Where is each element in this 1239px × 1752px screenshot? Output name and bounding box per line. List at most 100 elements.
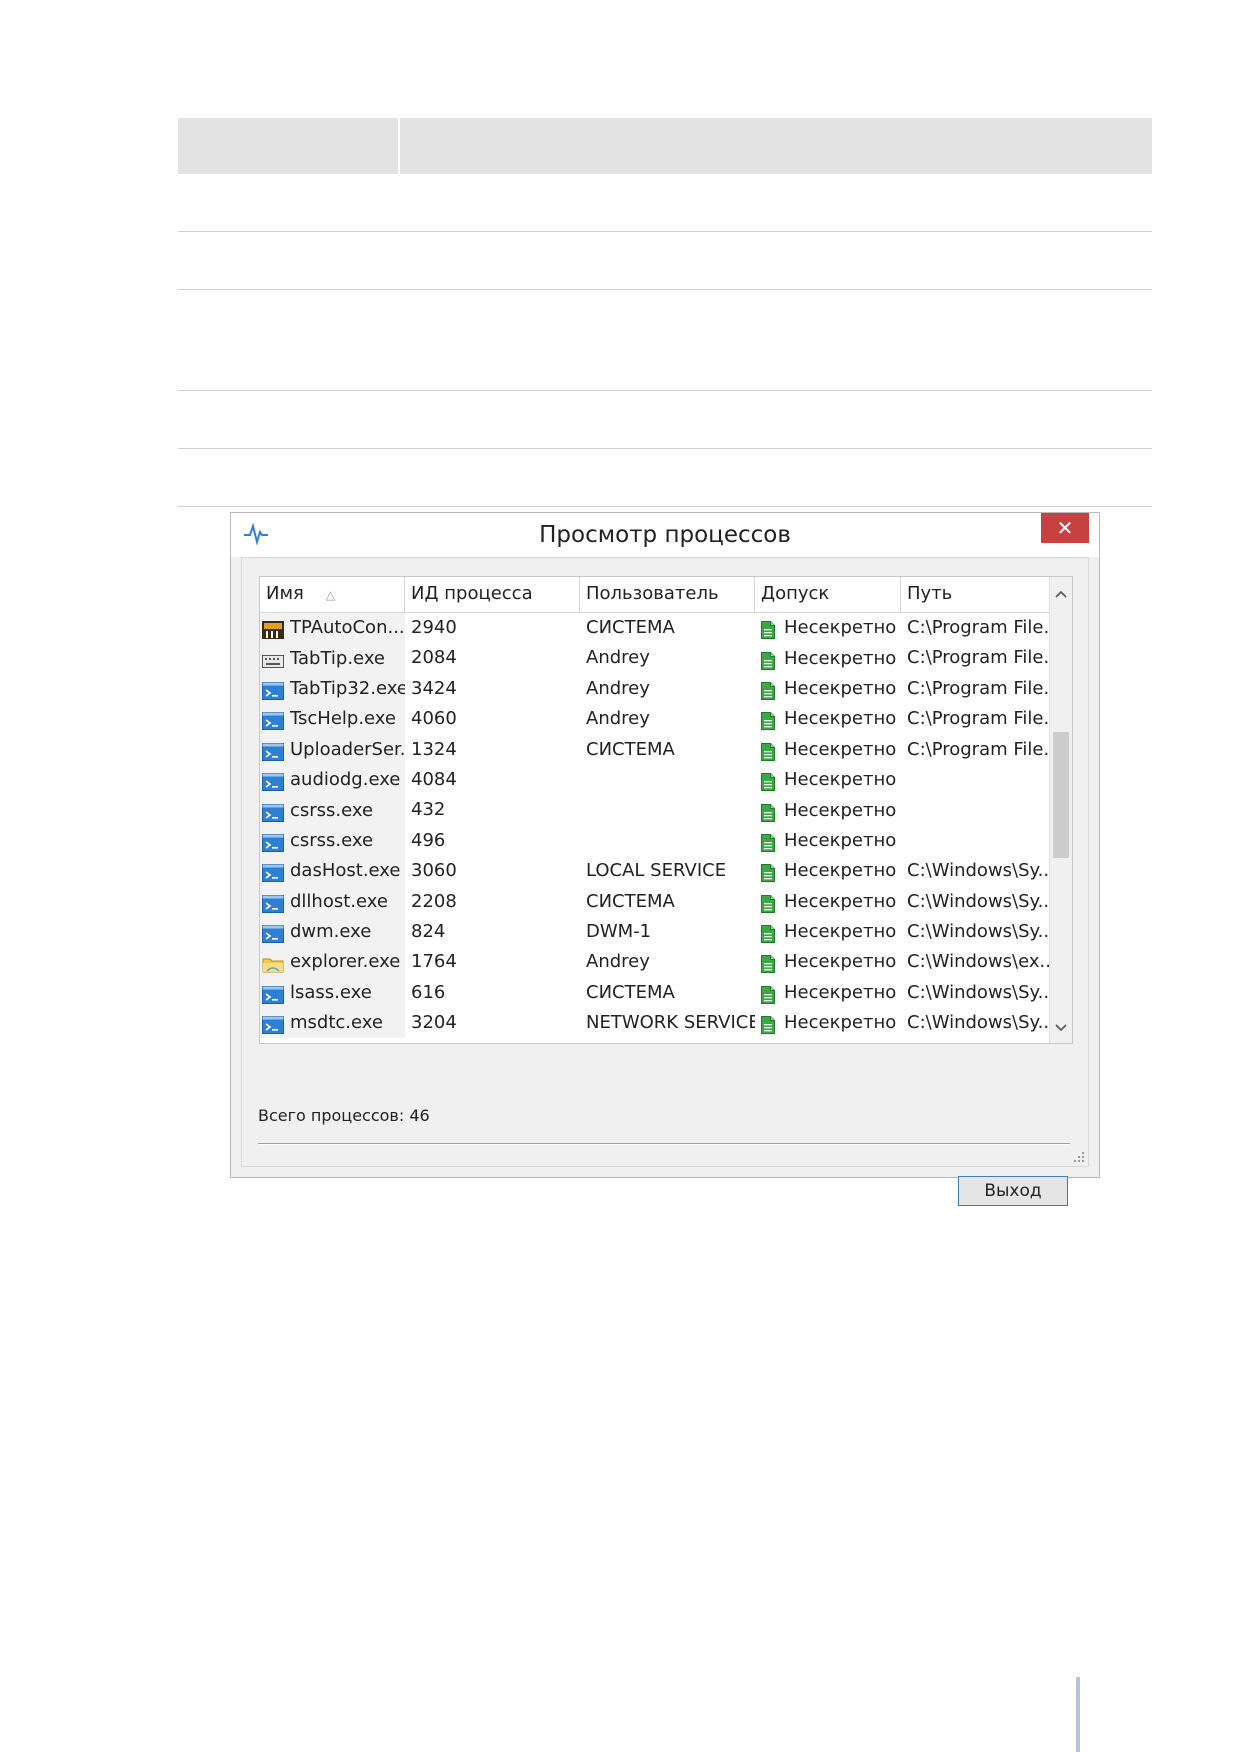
cell-name: dwm.exe [260, 916, 405, 948]
console-icon [262, 984, 284, 1004]
column-header-path[interactable]: Путь [901, 577, 1050, 612]
cell-user: Andrey [586, 708, 650, 730]
cell-access: Несекретно [755, 856, 901, 886]
table-row[interactable]: TPAutoCon... 2940 СИСТЕМА Несекретно C:\Prog… [260, 613, 1050, 644]
column-header-label: Имя [266, 583, 304, 604]
cell-name: TscHelp.exe [260, 704, 405, 735]
cell-user: NETWORK SERVICE [586, 1012, 755, 1034]
table-row[interactable]: audiodg.exe 4084 Несекретно [260, 764, 1050, 796]
process-name: csrss.exe [290, 829, 374, 851]
document-table-row [178, 290, 1152, 391]
table-row[interactable]: lsass.exe 616 СИСТЕМА Несекретно C:\Windows\… [260, 977, 1050, 1009]
window-title: Просмотр процессов [539, 522, 791, 548]
table-row[interactable]: msdtc.exe 3204 NETWORK SERVICE Несекретно C:… [260, 1008, 1050, 1039]
process-list[interactable]: Имя △ ИД процесса Пользователь Допуск Пут… [259, 576, 1073, 1044]
access-level: Несекретно [784, 769, 897, 791]
process-name: dasHost.exe [290, 860, 401, 882]
document-icon [761, 650, 775, 670]
console-icon [262, 862, 284, 883]
resize-grip-icon[interactable] [1072, 1150, 1086, 1164]
scroll-thumb[interactable] [1053, 732, 1069, 858]
cell-access: Несекретно [755, 978, 901, 1008]
cell-access: Несекретно [755, 613, 901, 643]
cell-path [901, 826, 1050, 856]
column-header-user[interactable]: Пользователь [580, 577, 755, 612]
table-row[interactable]: csrss.exe 496 Несекретно [260, 825, 1050, 857]
cell-name: dasHost.exe [260, 856, 405, 887]
cell-user [580, 826, 755, 856]
cell-path: C:\Windows\Sy... [907, 1012, 1050, 1034]
cell-pid: 1764 [411, 951, 457, 973]
access-level: Несекретно [784, 951, 897, 973]
table-row[interactable]: UploaderSer... 1324 СИСТЕМА Несекретно C:\Pr… [260, 734, 1050, 765]
sort-ascending-icon: △ [325, 588, 336, 602]
vertical-scrollbar[interactable] [1049, 577, 1072, 1043]
cell-path: C:\Program File... [907, 647, 1050, 669]
process-name: msdtc.exe [290, 1012, 383, 1034]
table-row[interactable]: dasHost.exe 3060 LOCAL SERVICE Несекретно C:… [260, 856, 1050, 887]
document-icon [761, 741, 775, 761]
cell-name: TPAutoCon... [260, 613, 405, 644]
cell-pid: 4060 [411, 708, 457, 730]
console-icon [262, 802, 284, 822]
process-name: dllhost.exe [290, 890, 388, 912]
cell-name: csrss.exe [260, 825, 405, 857]
close-button[interactable]: ✕ [1041, 513, 1089, 543]
document-table-row [178, 449, 1152, 507]
access-level: Несекретно [784, 647, 897, 669]
access-level: Несекретно [784, 1012, 897, 1034]
scroll-down-button[interactable] [1050, 1015, 1072, 1041]
access-level: Несекретно [784, 890, 897, 912]
table-row[interactable]: TabTip32.exe 3424 Andrey Несекретно C:\Progr… [260, 673, 1050, 705]
title-bar[interactable]: Просмотр процессов ✕ [231, 513, 1099, 557]
access-level: Несекретно [784, 799, 897, 821]
cell-path: C:\Windows\ex... [907, 951, 1050, 973]
cell-path: C:\Program File... [907, 617, 1050, 638]
document-icon [761, 923, 775, 944]
cell-path [901, 795, 1050, 825]
table-row[interactable]: explorer.exe 1764 Andrey Несекретно C:\Windo… [260, 947, 1050, 978]
process-name: TPAutoCon... [290, 617, 405, 639]
cell-access: Несекретно [755, 643, 901, 673]
cell-name: dllhost.exe [260, 886, 405, 917]
cell-access: Несекретно [755, 826, 901, 856]
cell-name: audiodg.exe [260, 764, 405, 796]
cell-path: C:\Program File... [907, 708, 1050, 730]
cell-user: Andrey [586, 647, 650, 669]
cell-name: msdtc.exe [260, 1008, 405, 1039]
column-header-access[interactable]: Допуск [755, 577, 901, 612]
chevron-up-icon [1055, 590, 1067, 598]
folder-icon [262, 953, 284, 973]
process-name: explorer.exe [290, 951, 401, 973]
cell-name: explorer.exe [260, 947, 405, 978]
column-header-pid[interactable]: ИД процесса [405, 577, 580, 612]
cell-user: Andrey [586, 677, 650, 699]
cell-path [901, 765, 1050, 795]
document-table [178, 118, 1152, 507]
window-client-area: Имя △ ИД процесса Пользователь Допуск Пут… [241, 557, 1089, 1206]
keyboard-icon [262, 650, 284, 668]
cell-access: Несекретно [755, 735, 901, 765]
document-table-header [178, 118, 1152, 174]
console-icon [262, 741, 284, 761]
column-header-name[interactable]: Имя △ [260, 577, 405, 612]
cell-pid: 432 [411, 799, 446, 821]
access-level: Несекретно [784, 860, 897, 882]
table-row[interactable]: dwm.exe 824 DWM-1 Несекретно C:\Windows\Sy..… [260, 916, 1050, 948]
process-name: TscHelp.exe [290, 708, 396, 730]
table-row[interactable]: TabTip.exe 2084 Andrey Несекретно C:\Program… [260, 643, 1050, 674]
table-row[interactable]: csrss.exe 432 Несекретно [260, 795, 1050, 826]
process-list-header: Имя △ ИД процесса Пользователь Допуск Пут… [260, 577, 1050, 613]
console-icon [262, 710, 284, 731]
console-icon [262, 893, 284, 913]
cell-user: СИСТЕМА [586, 617, 675, 638]
exit-button[interactable]: Выход [958, 1176, 1068, 1206]
cell-user [580, 765, 755, 795]
scroll-up-button[interactable] [1050, 581, 1072, 607]
cell-pid: 3424 [411, 677, 457, 699]
document-icon [761, 953, 775, 974]
table-row[interactable]: TscHelp.exe 4060 Andrey Несекретно C:\Progra… [260, 704, 1050, 735]
cell-user: СИСТЕМА [586, 981, 675, 1003]
table-row[interactable]: dllhost.exe 2208 СИСТЕМА Несекретно C:\Windo… [260, 886, 1050, 917]
cell-name: TabTip.exe [260, 643, 405, 674]
